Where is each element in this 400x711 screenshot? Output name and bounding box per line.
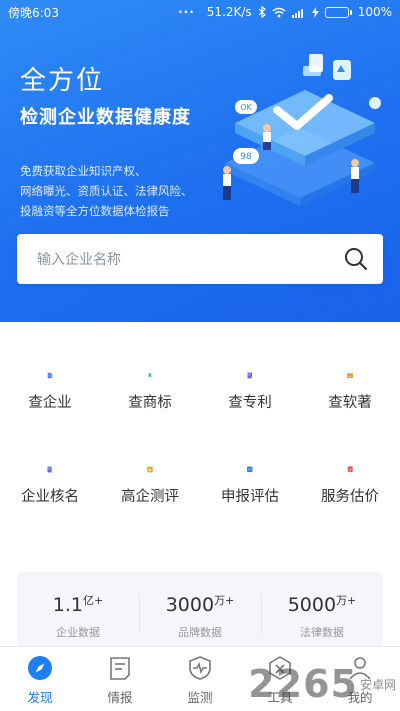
grid-item-label: 查专利: [228, 395, 272, 411]
status-time: 傍晚6:03: [8, 5, 59, 20]
notification-dots: ···: [178, 5, 195, 19]
bubble-98: 98: [240, 152, 252, 162]
user-icon: [349, 657, 371, 680]
feature-grid: 查企业 R 查商标 查专利 </> 查软著 企业核名 高企测评 申报评估 ¥ 服…: [0, 322, 400, 562]
stat-value: 1.1亿+: [52, 594, 104, 616]
grid-item-high-tech[interactable]: 高企测评: [100, 416, 200, 506]
hero-banner: 傍晚6:03 ··· 51.2K/s 100% 全方位 检测企业数据健康度 免费…: [0, 0, 400, 322]
trend-chart-icon: [247, 466, 253, 473]
hero-title: 全方位: [20, 66, 105, 96]
tab-tools[interactable]: 工具: [240, 647, 320, 711]
stat-legal: 5000万+ 法律数据: [261, 572, 383, 650]
tab-mine[interactable]: 我的: [320, 647, 400, 711]
tab-label: 工具: [267, 690, 293, 705]
tab-label: 情报: [107, 690, 133, 705]
search-icon[interactable]: [343, 246, 369, 272]
grid-item-label: 高企测评: [121, 489, 179, 505]
high-tech-icon: [147, 466, 153, 473]
grid-item-label: 申报评估: [221, 489, 279, 505]
hero-desc-line: 网络曝光、资质认证、法律风险、: [20, 184, 193, 198]
bottom-tab-bar: 发现 情报 监测 工具 我的: [0, 646, 400, 711]
tab-discover[interactable]: 发现: [0, 647, 80, 711]
bubble-ok: OK: [240, 103, 252, 112]
tab-monitor[interactable]: 监测: [160, 647, 240, 711]
grid-item-patent[interactable]: 查专利: [200, 322, 300, 412]
tab-label: 我的: [347, 690, 373, 705]
company-search-box[interactable]: 输入企业名称: [17, 234, 383, 284]
bluetooth-icon: [258, 6, 266, 18]
stats-panel: 1.1亿+ 企业数据 3000万+ 品牌数据 5000万+ 法律数据: [17, 572, 383, 650]
wifi-icon: [272, 7, 286, 17]
hero-description: 免费获取企业知识产权、 网络曝光、资质认证、法律风险、 投融资等全方位数据体检报…: [20, 161, 230, 221]
name-check-icon: [47, 466, 53, 473]
yuan-price-icon: ¥: [347, 466, 353, 473]
battery-percent: 100%: [357, 5, 392, 19]
grid-item-company[interactable]: 查企业: [0, 322, 100, 412]
code-doc-icon: </>: [347, 373, 353, 378]
grid-item-label: 服务估价: [321, 489, 379, 505]
grid-item-label: 查商标: [128, 395, 172, 411]
building-icon: [47, 372, 53, 379]
tab-label: 发现: [27, 690, 53, 705]
hero-subtitle: 检测企业数据健康度: [20, 107, 191, 128]
status-bar: 傍晚6:03 ··· 51.2K/s 100%: [0, 0, 400, 24]
report-icon: [110, 657, 130, 680]
tab-label: 监测: [187, 690, 213, 705]
hero-desc-line: 免费获取企业知识产权、: [20, 164, 147, 178]
grid-item-trademark[interactable]: R 查商标: [100, 322, 200, 412]
battery-icon: [324, 6, 352, 18]
hero-desc-line: 投融资等全方位数据体检报告: [20, 204, 170, 218]
grid-item-pricing[interactable]: ¥ 服务估价: [300, 416, 400, 506]
grid-item-label: 企业核名: [21, 489, 79, 505]
stat-value: 3000万+: [165, 594, 235, 616]
grid-item-declare[interactable]: 申报评估: [200, 416, 300, 506]
stat-caption: 品牌数据: [178, 626, 222, 639]
grid-item-label: 查软著: [328, 395, 372, 411]
patent-doc-icon: [247, 372, 253, 379]
stat-value: 5000万+: [287, 594, 357, 616]
stat-caption: 法律数据: [300, 626, 344, 639]
tool-icon: [269, 656, 291, 680]
stat-caption: 企业数据: [56, 626, 100, 639]
grid-item-software[interactable]: </> 查软著: [300, 322, 400, 412]
stat-company: 1.1亿+ 企业数据: [17, 572, 139, 650]
search-placeholder[interactable]: 输入企业名称: [37, 249, 343, 269]
trademark-r-icon: R: [147, 372, 152, 379]
tab-intel[interactable]: 情报: [80, 647, 160, 711]
grid-item-name-check[interactable]: 企业核名: [0, 416, 100, 506]
compass-icon: [28, 656, 52, 680]
signal-icon: [291, 8, 303, 18]
shield-pulse-icon: [189, 656, 211, 680]
stat-brand: 3000万+ 品牌数据: [139, 572, 261, 650]
charging-icon: [311, 6, 319, 18]
grid-item-label: 查企业: [28, 395, 72, 411]
data-checkup-illustration: OK 98: [223, 54, 381, 206]
network-speed: 51.2K/s: [206, 5, 252, 19]
